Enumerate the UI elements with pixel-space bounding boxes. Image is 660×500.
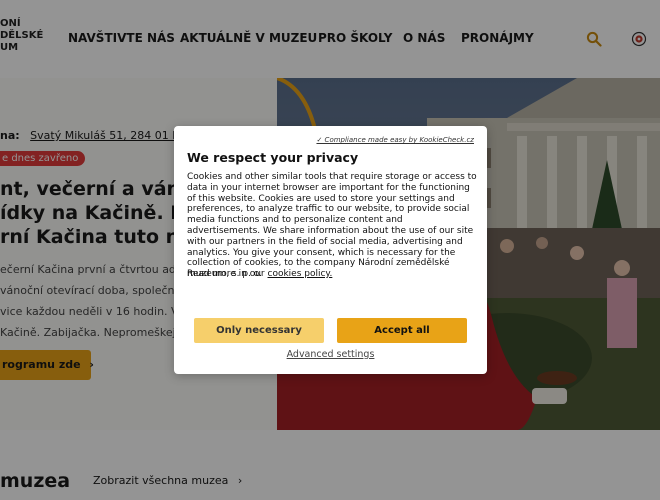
compliance-link[interactable]: ✓ Compliance made easy by KookieCheck.cz — [316, 136, 474, 144]
cookie-consent-dialog: ✓ Compliance made easy by KookieCheck.cz… — [174, 126, 487, 374]
dialog-title: We respect your privacy — [187, 150, 359, 165]
only-necessary-button[interactable]: Only necessary — [194, 318, 324, 343]
cookies-policy-link[interactable]: cookies policy. — [268, 269, 333, 279]
dialog-body: Cookies and other similar tools that req… — [187, 172, 477, 280]
read-more-text: Read more in our — [187, 269, 265, 279]
advanced-settings-link[interactable]: Advanced settings — [174, 349, 487, 360]
read-more: Read more in our cookies policy. — [187, 269, 332, 279]
accept-all-button[interactable]: Accept all — [337, 318, 467, 343]
